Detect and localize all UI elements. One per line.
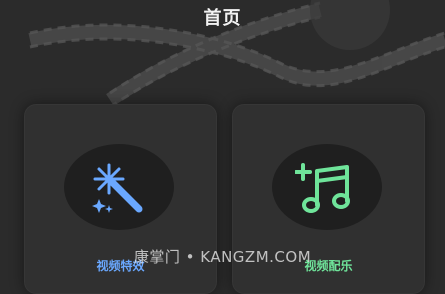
- video-music-icon-circle: [272, 144, 382, 230]
- page-title: 首页: [203, 8, 242, 29]
- magic-wand-icon: [92, 163, 143, 213]
- video-music-card[interactable]: 视频配乐: [232, 104, 425, 294]
- video-effects-card[interactable]: 视频特效: [24, 104, 217, 294]
- music-add-icon: [295, 163, 350, 213]
- video-music-label: 视频配乐: [304, 259, 353, 273]
- video-effects-label: 视频特效: [96, 259, 145, 273]
- video-effects-icon-circle: [64, 144, 174, 230]
